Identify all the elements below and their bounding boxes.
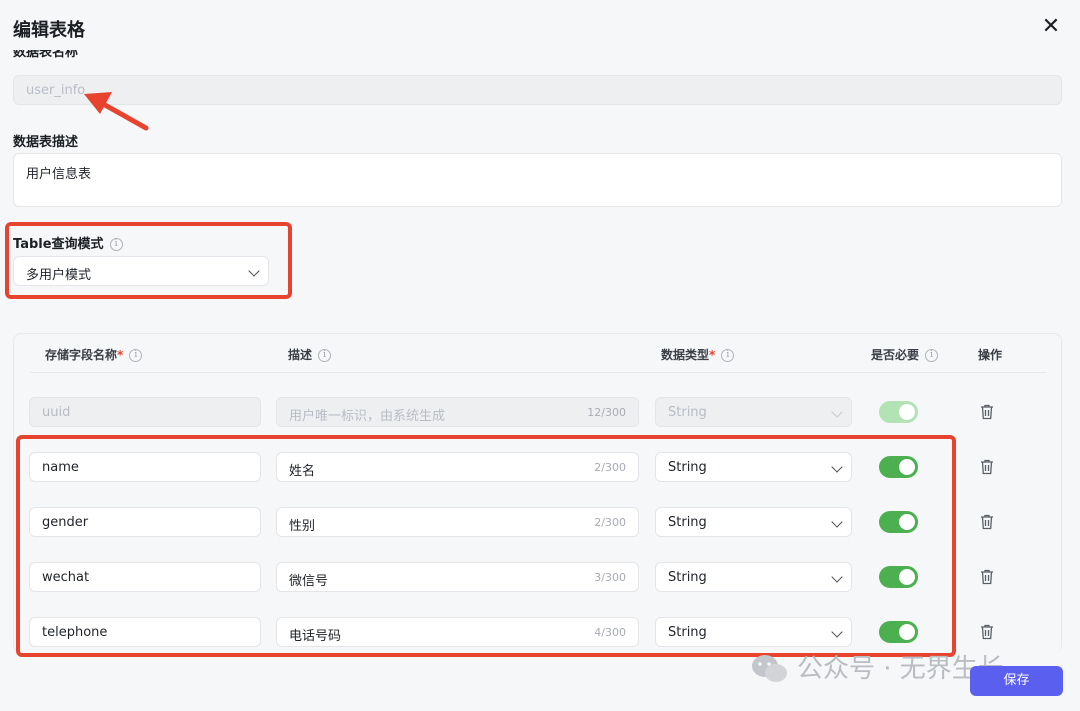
query-mode-value: 多用户模式 <box>26 268 92 283</box>
info-icon[interactable]: i <box>109 238 123 251</box>
dialog-title: 编辑表格 <box>13 20 85 41</box>
field-type-select[interactable]: String <box>655 617 852 647</box>
toggle-knob <box>899 404 915 420</box>
field-name-input[interactable]: uuid <box>29 397 261 427</box>
toggle-knob <box>899 514 915 530</box>
field-type-value: String <box>668 625 707 640</box>
chevron-down-icon <box>831 406 843 418</box>
field-type-value: String <box>668 460 707 475</box>
trash-icon[interactable] <box>980 624 994 640</box>
field-desc-input[interactable]: 微信号 3/300 <box>276 562 639 592</box>
wechat-logo-icon <box>752 655 787 682</box>
field-type-value: String <box>668 570 707 585</box>
query-mode-select[interactable]: 多用户模式 <box>13 256 269 286</box>
annotation-arrow-icon <box>84 92 149 131</box>
field-desc-text: 微信号 <box>289 574 329 589</box>
char-count: 2/300 <box>594 516 626 529</box>
char-count: 3/300 <box>594 571 626 584</box>
toggle-knob <box>899 624 915 640</box>
field-type-value: String <box>668 515 707 530</box>
info-icon[interactable]: i <box>129 349 143 362</box>
header-desc: 描述 i <box>288 346 332 363</box>
field-desc-text: 姓名 <box>289 464 316 479</box>
required-toggle[interactable] <box>879 511 918 533</box>
header-divider <box>30 372 1046 373</box>
field-type-select[interactable]: String <box>655 397 852 427</box>
field-desc-input[interactable]: 姓名 2/300 <box>276 452 639 482</box>
header-actions: 操作 <box>978 348 1003 362</box>
chevron-down-icon <box>831 571 843 583</box>
table-name-input[interactable]: user_info <box>13 75 1062 105</box>
info-icon[interactable]: i <box>925 349 939 362</box>
trash-icon[interactable] <box>980 514 994 530</box>
field-desc-input[interactable]: 用户唯一标识，由系统生成 12/300 <box>276 397 639 427</box>
trash-icon[interactable] <box>980 459 994 475</box>
header-desc-text: 描述 <box>288 348 313 362</box>
info-icon[interactable]: i <box>721 349 735 362</box>
header-field-name: 存储字段名称* i <box>45 346 143 363</box>
header-type-text: 数据类型 <box>661 348 710 362</box>
save-button[interactable]: 保存 <box>970 666 1063 696</box>
close-icon[interactable]: ✕ <box>1040 16 1062 38</box>
required-toggle[interactable] <box>879 456 918 478</box>
char-count: 12/300 <box>587 406 626 419</box>
field-name-input[interactable]: wechat <box>29 562 261 592</box>
field-name-input[interactable]: name <box>29 452 261 482</box>
required-toggle[interactable] <box>879 621 918 643</box>
field-type-select[interactable]: String <box>655 452 852 482</box>
required-toggle[interactable] <box>879 566 918 588</box>
field-type-value: String <box>668 405 707 420</box>
field-type-select[interactable]: String <box>655 562 852 592</box>
trash-icon[interactable] <box>980 569 994 585</box>
field-desc-text: 电话号码 <box>289 629 342 644</box>
chevron-down-icon <box>831 461 843 473</box>
header-required-text: 是否必要 <box>871 348 920 362</box>
query-mode-label-text: Table查询模式 <box>13 237 104 252</box>
chevron-down-icon <box>831 516 843 528</box>
header-field-name-text: 存储字段名称 <box>45 348 118 362</box>
info-icon[interactable]: i <box>318 349 332 362</box>
chevron-down-icon <box>248 265 260 277</box>
field-desc-text: 用户唯一标识，由系统生成 <box>289 409 446 424</box>
table-desc-textarea[interactable]: 用户信息表 <box>13 153 1062 207</box>
table-name-label: 数据表名称 <box>13 50 79 60</box>
field-name-input[interactable]: gender <box>29 507 261 537</box>
char-count: 2/300 <box>594 461 626 474</box>
field-name-input[interactable]: telephone <box>29 617 261 647</box>
field-desc-text: 性别 <box>289 519 316 534</box>
trash-icon[interactable] <box>980 404 994 420</box>
query-mode-label: Table查询模式 i <box>13 233 123 252</box>
toggle-knob <box>899 459 915 475</box>
chevron-down-icon <box>831 626 843 638</box>
header-required: 是否必要 i <box>871 346 939 363</box>
required-toggle[interactable] <box>879 401 918 423</box>
field-desc-input[interactable]: 电话号码 4/300 <box>276 617 639 647</box>
toggle-knob <box>899 569 915 585</box>
char-count: 4/300 <box>594 626 626 639</box>
field-type-select[interactable]: String <box>655 507 852 537</box>
field-desc-input[interactable]: 性别 2/300 <box>276 507 639 537</box>
header-type: 数据类型* i <box>661 346 735 363</box>
table-desc-label: 数据表描述 <box>13 135 79 150</box>
